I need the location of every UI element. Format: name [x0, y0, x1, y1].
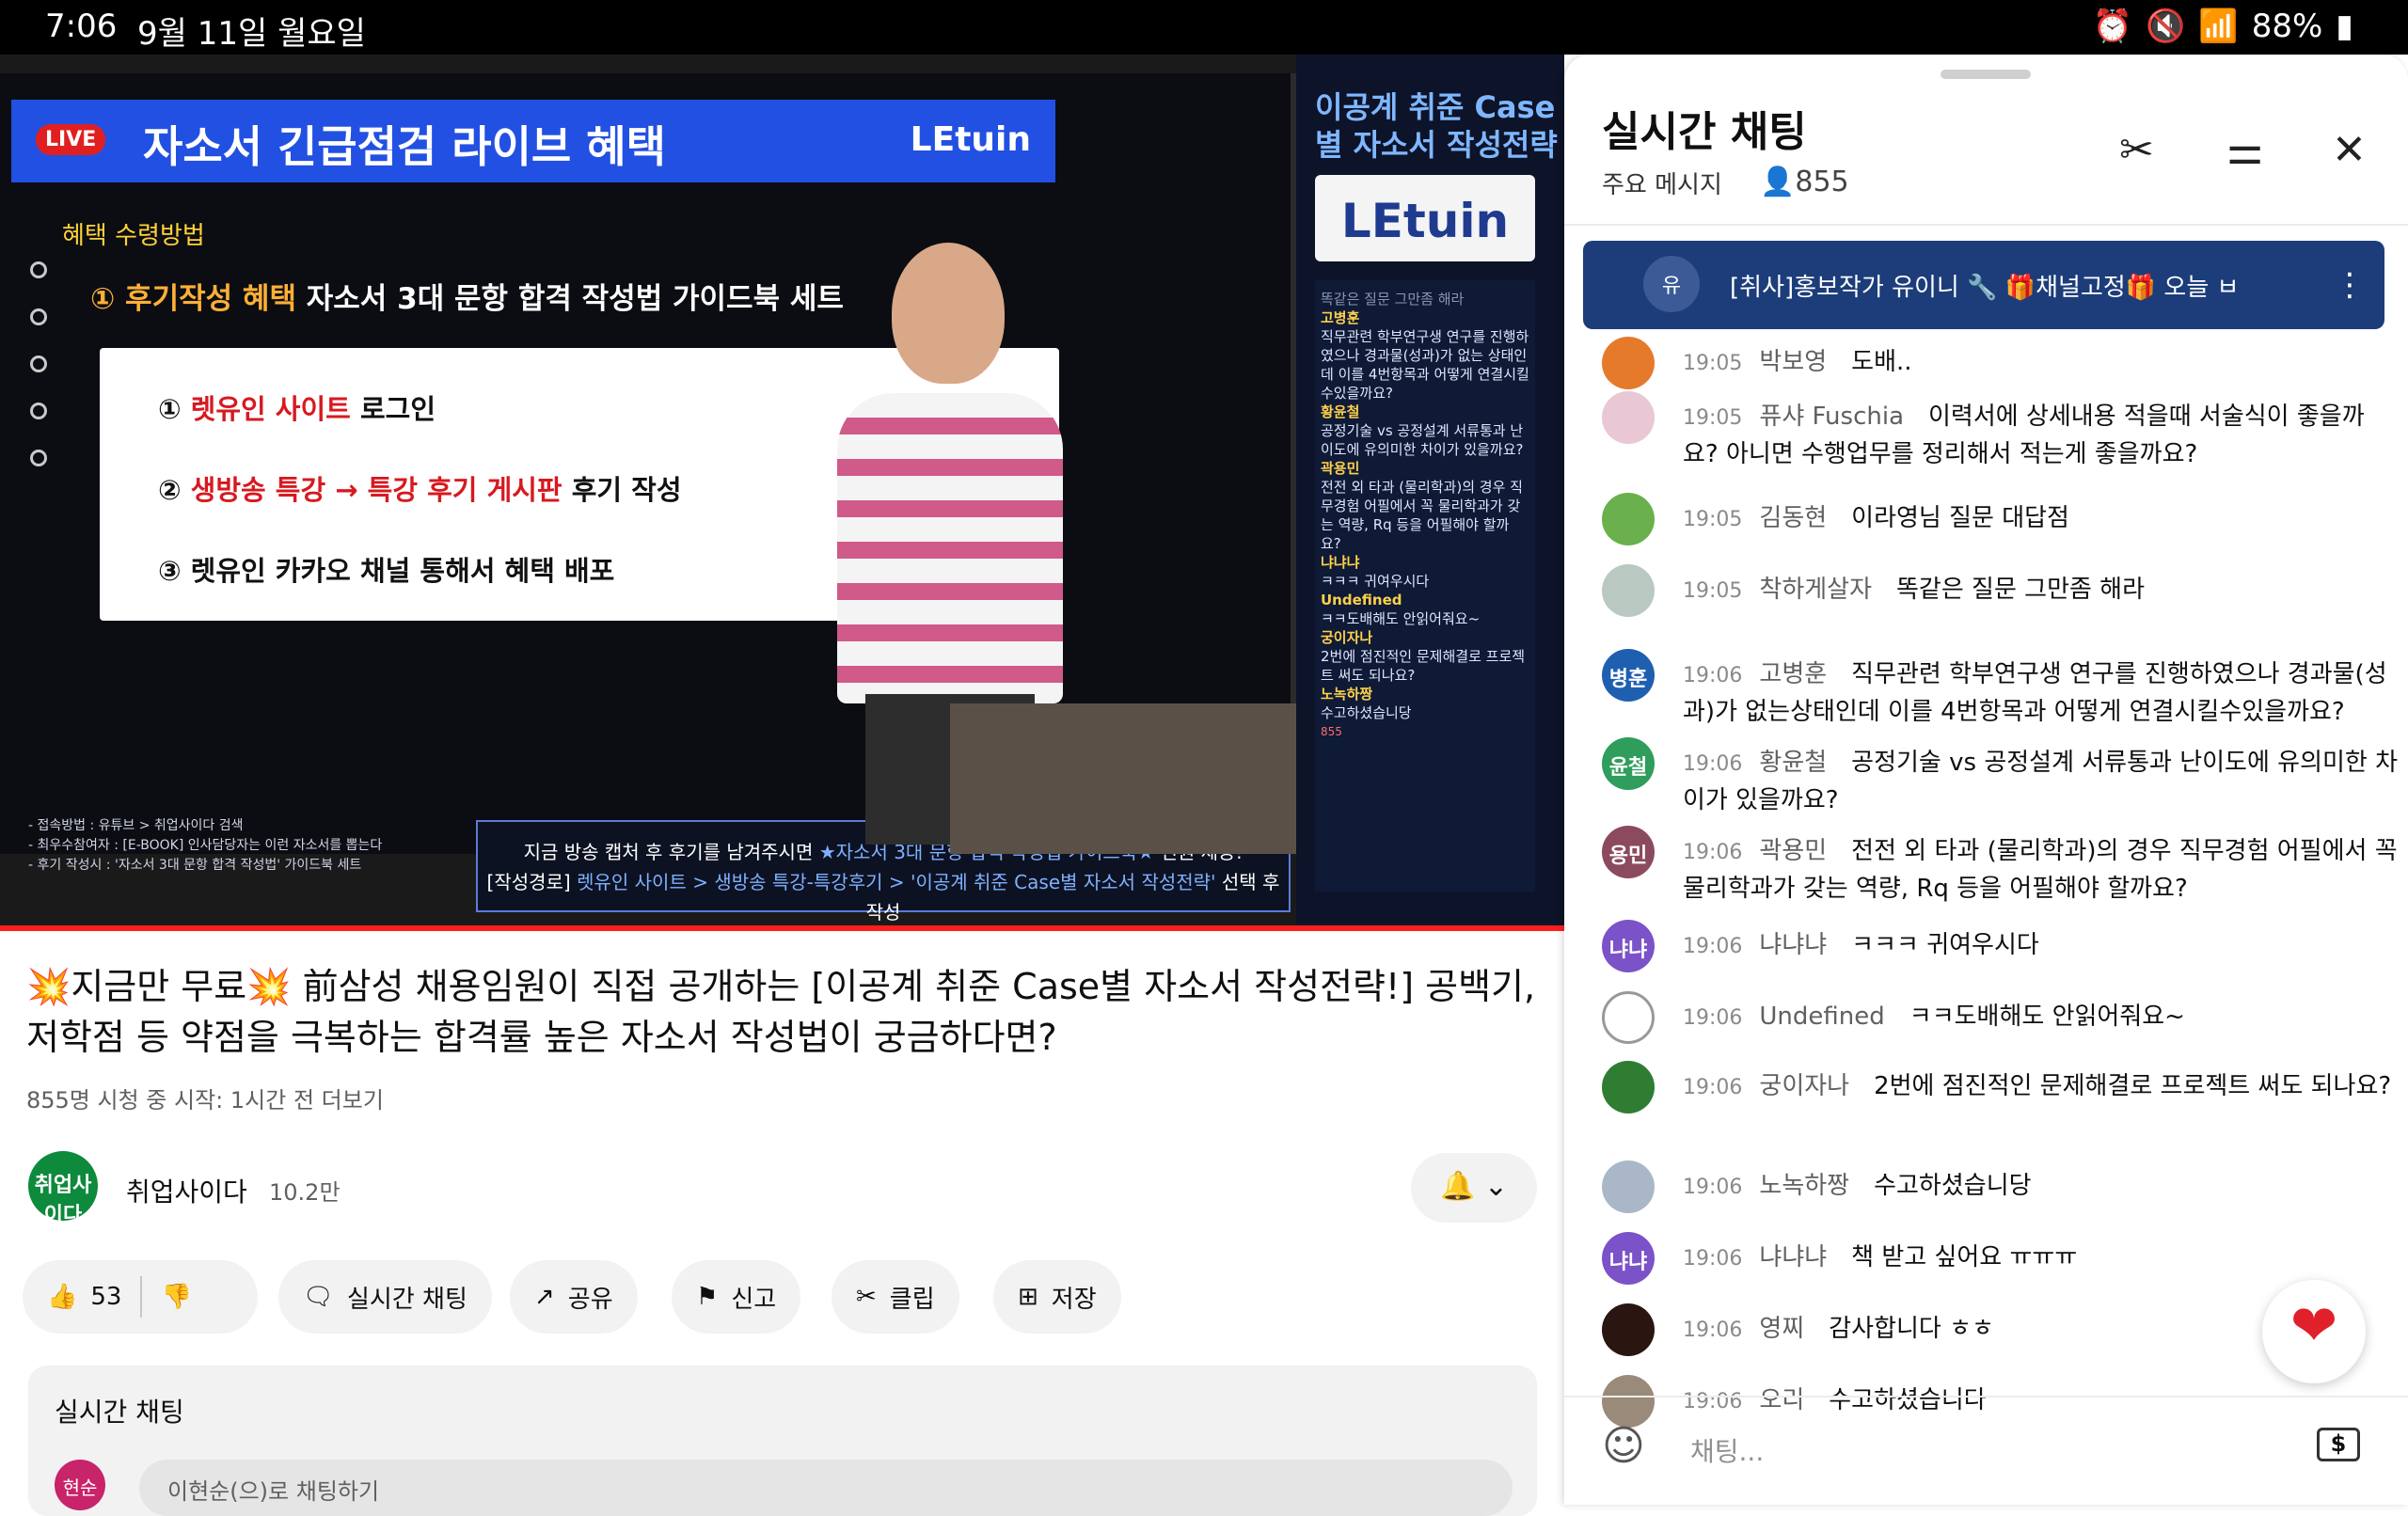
desk	[950, 703, 1298, 854]
side-panel-title: 이공계 취준 Case별 자소서 작성전략	[1315, 89, 1558, 163]
like-dislike-group: 👍 53 👎	[23, 1260, 258, 1334]
user-avatar: 현순	[55, 1460, 105, 1510]
share-button[interactable]: ↗ 공유	[510, 1260, 638, 1334]
chat-avatar: 병훈	[1602, 649, 1655, 702]
chat-avatar	[1602, 1303, 1655, 1356]
channel-subscribers: 10.2만	[269, 1179, 341, 1206]
video-side-panel: 이공계 취준 Case별 자소서 작성전략 LEtuin 똑같은 질문 그만좀 …	[1296, 55, 1564, 931]
chat-avatar	[1602, 564, 1655, 617]
side-panel-logo: LEtuin	[1315, 175, 1535, 261]
benefit-row: ① 후기작성 혜택 자소서 3대 문항 합격 작성법 가이드북 세트	[90, 275, 844, 317]
person-icon: 👤	[1760, 166, 1796, 198]
live-chat-preview-label: 실시간 채팅	[55, 1397, 184, 1428]
pinned-text: [취사]홍보작가 유이니 🔧 🎁채널고정🎁 오늘 ㅂ	[1730, 273, 2240, 302]
chevron-down-icon: ⌄	[1483, 1170, 1509, 1203]
side-panel-chat: 똑같은 질문 그만좀 해라 고병훈 직무관련 학부연구생 연구를 진행하였으나 경…	[1315, 280, 1535, 892]
chat-avatar: 냐냐	[1602, 920, 1655, 972]
chat-avatar	[1602, 391, 1655, 444]
status-icons: ⏰ 🔇 📶 88% ▮	[2093, 8, 2353, 45]
chat-input[interactable]: 채팅...	[1690, 1431, 1764, 1469]
filter-settings-icon[interactable]: ⚌	[2226, 126, 2263, 174]
chat-avatar	[1602, 991, 1655, 1044]
benefit-label: 후기작성 혜택	[125, 282, 296, 316]
video-meta[interactable]: 855명 시청 중 시작: 1시간 전 더보기	[26, 1082, 384, 1114]
board-brand: LEtuin	[910, 120, 1031, 159]
status-bar: 7:06 9월 11일 월요일 ⏰ 🔇 📶 88% ▮	[0, 0, 2408, 55]
pinned-avatar: 유	[1643, 256, 1700, 312]
share-icon: ↗	[534, 1283, 555, 1311]
live-chat-panel: 실시간 채팅 주요 메시지 👤855 ✂ ⚌ ✕ 유 [취사]홍보작가 유이니 …	[1564, 55, 2408, 1505]
wifi-icon: 📶	[2198, 8, 2239, 45]
like-count: 53	[90, 1283, 122, 1311]
step-item: ③ 렛유인 카카오 채널 통해서 혜택 배포	[158, 555, 615, 587]
chat-avatar	[1602, 1161, 1655, 1213]
status-time: 7:06	[45, 8, 118, 45]
chat-icon: 🗨	[303, 1283, 335, 1311]
chat-avatar	[1602, 493, 1655, 545]
chat-avatar	[1602, 1375, 1655, 1428]
like-button[interactable]: 👍	[47, 1283, 77, 1311]
live-chat-preview[interactable]: 실시간 채팅 현순 이현순(으)로 채팅하기	[28, 1366, 1537, 1516]
clip-button[interactable]: ✂ 클립	[832, 1260, 959, 1334]
more-options-icon[interactable]: ⋮	[2334, 266, 2366, 304]
board-title: 자소서 긴급점검 라이브 혜택	[143, 121, 666, 172]
viewer-count: 👤855	[1760, 166, 1849, 198]
chat-avatar: 냐냐	[1602, 1232, 1655, 1285]
channel-name[interactable]: 취업사이다	[126, 1172, 247, 1209]
mute-icon: 🔇	[2146, 8, 2186, 45]
alarm-icon: ⏰	[2092, 8, 2133, 45]
board-footnotes: - 접속방법 : 유튜브 > 취업사이다 검색 - 최우수참여자 : [E-BO…	[28, 818, 383, 873]
close-icon[interactable]: ✕	[2332, 126, 2367, 174]
save-button[interactable]: ⊞ 저장	[993, 1260, 1121, 1334]
steps-label: 혜택 수령방법	[62, 222, 205, 250]
dislike-button[interactable]: 👎	[161, 1283, 191, 1311]
chat-preview-input[interactable]: 이현순(으)로 채팅하기	[139, 1460, 1513, 1516]
chat-avatar	[1602, 1061, 1655, 1113]
channel-avatar[interactable]: 취업사이다	[28, 1151, 98, 1227]
video-progress-bar[interactable]	[0, 925, 1564, 931]
drag-handle[interactable]	[1941, 70, 2031, 79]
bell-icon: 🔔	[1439, 1170, 1476, 1203]
chat-filter-dropdown[interactable]: 주요 메시지	[1602, 166, 1722, 200]
board-side-icons	[30, 261, 53, 497]
video-title: 💥지금만 무료💥 前삼성 채용임원이 직접 공개하는 [이공계 취준 Case별…	[26, 966, 1536, 1058]
chat-avatar: 윤철	[1602, 737, 1655, 790]
flag-icon: ⚑	[696, 1283, 719, 1311]
pinned-message[interactable]: 유 [취사]홍보작가 유이니 🔧 🎁채널고정🎁 오늘 ㅂ ⋮	[1583, 241, 2384, 329]
battery-level: 88%	[2251, 8, 2323, 45]
emoji-icon[interactable]: ☺	[1602, 1422, 1645, 1470]
heart-reaction-button[interactable]: ❤	[2262, 1280, 2366, 1383]
scissors-icon: ✂	[856, 1283, 877, 1311]
chat-avatar: 용민	[1602, 826, 1655, 878]
video-player[interactable]: LIVE 자소서 긴급점검 라이브 혜택 LEtuin 혜택 수령방법 ① 후기…	[0, 55, 1564, 931]
chat-avatar	[1602, 337, 1655, 389]
step-item: ① 렛유인 사이트 로그인	[158, 393, 436, 425]
live-chat-button[interactable]: 🗨 실시간 채팅	[278, 1260, 492, 1334]
report-button[interactable]: ⚑ 신고	[672, 1260, 801, 1334]
chat-title: 실시간 채팅	[1602, 108, 1807, 156]
scissors-icon[interactable]: ✂	[2119, 126, 2154, 174]
step-item: ② 생방송 특강 → 특강 후기 게시판 후기 작성	[158, 474, 682, 506]
battery-icon: ▮	[2336, 8, 2353, 45]
benefit-title: 자소서 3대 문항 합격 작성법 가이드북 세트	[306, 282, 844, 316]
benefit-number: ①	[90, 282, 116, 316]
add-playlist-icon: ⊞	[1018, 1283, 1038, 1311]
live-badge: LIVE	[36, 124, 106, 155]
notification-bell-button[interactable]: 🔔 ⌄	[1411, 1153, 1537, 1223]
super-chat-icon[interactable]: $	[2317, 1428, 2360, 1461]
status-date: 9월 11일 월요일	[137, 15, 366, 53]
board-title-bar: LIVE 자소서 긴급점검 라이브 혜택 LEtuin	[11, 100, 1055, 182]
